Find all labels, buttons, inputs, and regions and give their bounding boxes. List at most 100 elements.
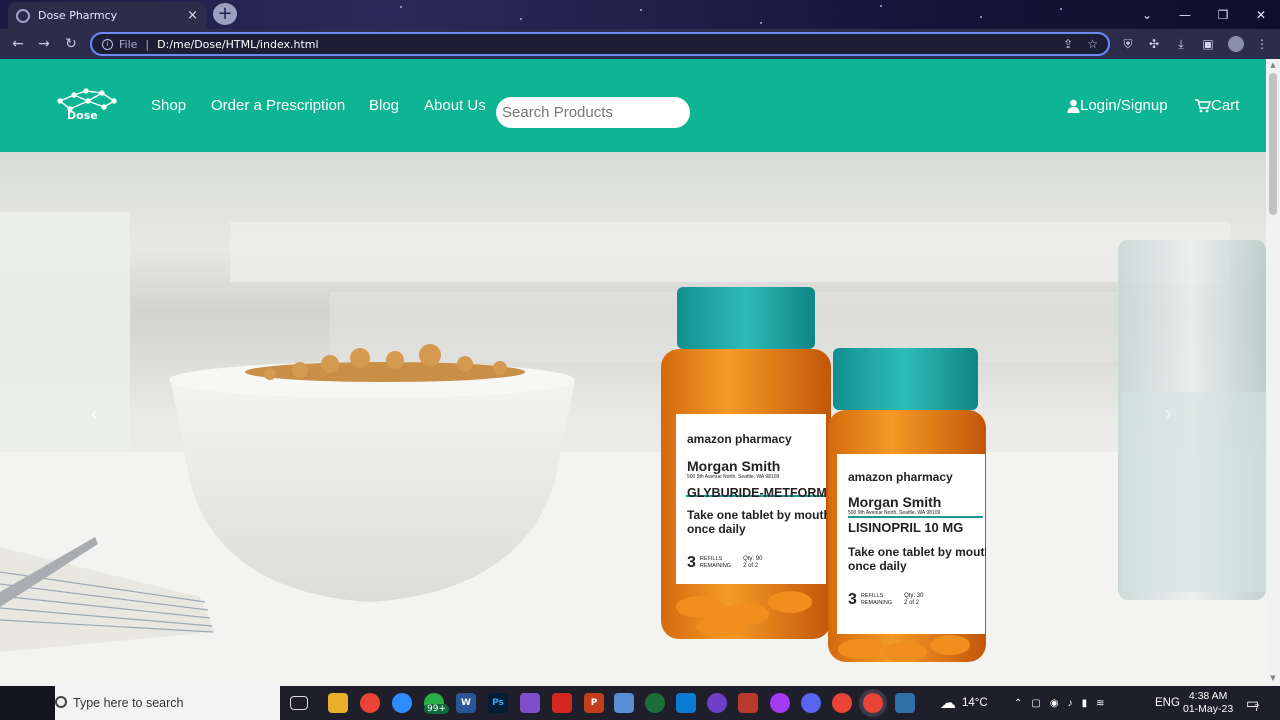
- reload-icon[interactable]: ↻: [61, 34, 81, 54]
- weather-widget[interactable]: ☁ 14°C: [940, 686, 988, 720]
- carousel-prev-button[interactable]: ‹: [90, 402, 99, 427]
- wifi-icon[interactable]: ≋: [1096, 698, 1104, 709]
- bottle-label-refills-text: REFILLS: [699, 556, 723, 562]
- bottle-label-count: 2 of 2: [743, 563, 759, 569]
- login-signup-label: Login/Signup: [1080, 97, 1168, 114]
- photoshop-icon[interactable]: Ps: [488, 693, 508, 713]
- cart-label: Cart: [1211, 97, 1240, 114]
- nav-about-us[interactable]: About Us: [424, 97, 486, 114]
- bottle-label-drug: GLYBURIDE-METFORMIN: [687, 486, 827, 500]
- cart-link[interactable]: Cart: [1195, 97, 1239, 114]
- speaker-icon[interactable]: ♪: [1068, 698, 1073, 709]
- messenger-icon[interactable]: [770, 693, 790, 713]
- background-star: [760, 22, 762, 24]
- task-view-icon[interactable]: [290, 696, 308, 710]
- word-icon[interactable]: W: [456, 693, 476, 713]
- tab-title: Dose Pharmcy: [38, 9, 118, 22]
- address-bar[interactable]: i File | D:/me/Dose/HTML/index.html ⇪ ☆: [90, 32, 1110, 56]
- extensions-puzzle-icon[interactable]: ✣: [1146, 36, 1162, 52]
- bottle-label-brand: amazon pharmacy: [848, 470, 953, 484]
- app-icon[interactable]: [614, 693, 634, 713]
- bottle-label-address: 500 9th Avenue North, Seattle, WA 98109: [687, 474, 780, 480]
- nav-shop[interactable]: Shop: [151, 97, 186, 114]
- tab-close-icon[interactable]: ×: [187, 8, 198, 23]
- bottle-label-count: 2 of 2: [904, 600, 920, 606]
- bottle-label-brand: amazon pharmacy: [687, 432, 792, 446]
- bottle-label-refills-text: REFILLS: [860, 593, 884, 599]
- system-tray-icons[interactable]: ⌃ ▢ ◉ ♪ ▮ ≋: [1014, 686, 1104, 720]
- side-panel-icon[interactable]: ▣: [1200, 36, 1216, 52]
- tray-app-icon[interactable]: ▢: [1031, 698, 1040, 709]
- bottle-label-1: amazon pharmacy Morgan Smith 500 9th Ave…: [687, 432, 827, 582]
- powerpoint-icon[interactable]: P: [584, 693, 604, 713]
- address-prefix: File: [119, 37, 138, 51]
- site-info-icon[interactable]: i: [102, 38, 113, 50]
- winrar-icon[interactable]: [738, 693, 758, 713]
- tray-network-icon[interactable]: ◉: [1050, 698, 1059, 709]
- bottle-label-instructions: Take one tablet by mouth: [848, 545, 986, 559]
- github-desktop-icon[interactable]: [707, 693, 727, 713]
- start-button[interactable]: [0, 686, 55, 720]
- notification-center[interactable]: ▭ 7: [1246, 686, 1259, 720]
- file-explorer-icon[interactable]: [328, 693, 348, 713]
- zoom-icon[interactable]: [392, 693, 412, 713]
- login-signup-link[interactable]: Login/Signup: [1067, 97, 1168, 114]
- chrome-icon[interactable]: [360, 693, 380, 713]
- clock[interactable]: 4:38 AM 01-May-23: [1183, 686, 1233, 720]
- bottle-label-remaining-text: REMAINING: [699, 563, 732, 569]
- photos-icon[interactable]: [895, 693, 915, 713]
- forward-arrow-icon[interactable]: →: [34, 34, 54, 54]
- tray-chevron-icon[interactable]: ⌃: [1014, 698, 1022, 709]
- nav-blog[interactable]: Blog: [369, 97, 399, 114]
- background-star: [880, 5, 882, 7]
- cart-icon: [1195, 98, 1211, 112]
- bottle-label-patient: Morgan Smith: [848, 494, 942, 510]
- acrobat-icon[interactable]: [552, 693, 572, 713]
- browser-tab[interactable]: Dose Pharmcy ×: [8, 2, 206, 29]
- close-window-button[interactable]: ✕: [1242, 0, 1280, 29]
- page-scrollbar[interactable]: ▲ ▼: [1266, 59, 1280, 686]
- scrollbar-thumb[interactable]: [1269, 73, 1277, 215]
- web-page: Dose Shop Order a Prescription Blog Abou…: [0, 59, 1266, 686]
- bookmark-star-icon[interactable]: ☆: [1087, 37, 1098, 51]
- weather-cloud-icon: ☁: [940, 695, 956, 712]
- bottle-label-instructions-2: once daily: [848, 559, 907, 573]
- background-star: [640, 9, 642, 11]
- shield-extension-icon[interactable]: ⛨: [1120, 36, 1136, 52]
- back-arrow-icon[interactable]: ←: [8, 34, 28, 54]
- bottle-label-instructions-2: once daily: [687, 522, 746, 536]
- whatsapp-badge: 99+: [424, 704, 449, 714]
- browser-menu-icon[interactable]: ⋮: [1254, 36, 1270, 52]
- maximize-button[interactable]: ❐: [1204, 0, 1242, 29]
- android-studio-icon[interactable]: [645, 693, 665, 713]
- address-url[interactable]: D:/me/Dose/HTML/index.html: [157, 38, 318, 51]
- chrome-active-icon[interactable]: [863, 693, 883, 713]
- taskbar-search-placeholder: Type here to search: [73, 696, 184, 710]
- nav-order-prescription[interactable]: Order a Prescription: [211, 97, 345, 114]
- weather-temperature: 14°C: [962, 697, 988, 709]
- vscode-icon[interactable]: [676, 693, 696, 713]
- share-icon[interactable]: ⇪: [1063, 37, 1073, 51]
- windows-taskbar: Type here to search W Ps P ☁ 14°C ⌃ ▢ ◉ …: [0, 686, 1280, 720]
- minimize-button[interactable]: —: [1166, 0, 1204, 29]
- carousel-next-button[interactable]: ›: [1164, 402, 1173, 427]
- discord-icon[interactable]: [801, 693, 821, 713]
- download-icon[interactable]: ⤓: [1173, 36, 1189, 52]
- profile-avatar-icon[interactable]: [1228, 36, 1244, 52]
- browser-toolbar: ← → ↻ i File | D:/me/Dose/HTML/index.htm…: [0, 29, 1280, 59]
- new-tab-button[interactable]: +: [213, 3, 237, 25]
- battery-icon[interactable]: ▮: [1082, 698, 1088, 709]
- bottle-label-address: 500 9th Avenue North, Seattle, WA 98109: [848, 510, 941, 516]
- bottle-label-qty: Qty: 30: [904, 593, 924, 599]
- taskbar-search[interactable]: Type here to search: [55, 686, 280, 720]
- language-indicator[interactable]: ENG: [1155, 686, 1180, 720]
- search-input[interactable]: [496, 97, 690, 128]
- scroll-up-arrow-icon[interactable]: ▲: [1269, 61, 1277, 69]
- site-navbar: Dose Shop Order a Prescription Blog Abou…: [0, 59, 1266, 152]
- visual-studio-icon[interactable]: [520, 693, 540, 713]
- page-favicon-icon: [16, 8, 30, 23]
- scroll-down-arrow-icon[interactable]: ▼: [1269, 674, 1277, 682]
- tab-search-icon[interactable]: ⌄: [1128, 0, 1166, 29]
- bottle-label-qty: Qty: 90: [743, 556, 763, 562]
- chrome-icon[interactable]: [832, 693, 852, 713]
